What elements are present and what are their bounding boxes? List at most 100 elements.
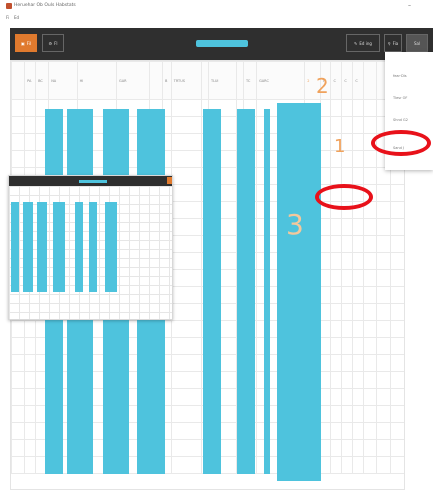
column-header[interactable] [363, 61, 378, 100]
table-cell[interactable] [363, 422, 378, 440]
column-header[interactable] [11, 61, 26, 100]
table-cell[interactable] [363, 337, 378, 355]
table-cell[interactable] [330, 167, 343, 185]
table-cell[interactable] [319, 167, 332, 185]
table-cell[interactable] [319, 354, 332, 372]
table-cell[interactable] [24, 439, 37, 457]
table-cell[interactable] [341, 303, 354, 321]
table-cell[interactable] [170, 422, 203, 440]
table-cell[interactable] [11, 150, 26, 168]
table-cell[interactable] [170, 439, 203, 457]
table-cell[interactable] [363, 388, 378, 406]
table-cell[interactable] [389, 184, 404, 202]
table-cell[interactable] [376, 354, 391, 372]
search-button[interactable]: ⚲ Fia [384, 34, 402, 52]
table-cell[interactable] [319, 303, 332, 321]
menu-file[interactable]: Fi [6, 15, 9, 20]
table-cell[interactable] [363, 99, 378, 117]
table-cell[interactable] [330, 116, 343, 134]
table-cell[interactable] [352, 252, 365, 270]
table-cell[interactable] [341, 218, 354, 236]
table-cell[interactable] [341, 439, 354, 457]
table-cell[interactable] [376, 303, 391, 321]
table-cell[interactable] [170, 235, 203, 253]
table-cell[interactable] [341, 337, 354, 355]
column-header[interactable]: NA [48, 61, 78, 100]
table-cell[interactable] [319, 235, 332, 253]
table-cell[interactable] [11, 133, 26, 151]
table-cell[interactable] [389, 422, 404, 440]
column-header[interactable]: GARC [256, 61, 306, 100]
table-cell[interactable] [376, 218, 391, 236]
column-header[interactable]: C [341, 61, 354, 100]
table-cell[interactable] [363, 405, 378, 423]
table-cell[interactable] [363, 354, 378, 372]
table-cell[interactable] [170, 150, 203, 168]
table-cell[interactable] [170, 303, 203, 321]
table-cell[interactable] [170, 371, 203, 389]
table-cell[interactable] [170, 456, 203, 474]
table-cell[interactable] [170, 184, 203, 202]
column-header[interactable]: C [330, 61, 343, 100]
table-cell[interactable] [376, 337, 391, 355]
table-cell[interactable] [376, 371, 391, 389]
table-cell[interactable] [363, 456, 378, 474]
table-cell[interactable] [24, 405, 37, 423]
table-cell[interactable] [389, 354, 404, 372]
table-cell[interactable] [352, 218, 365, 236]
table-cell[interactable] [11, 456, 26, 474]
table-cell[interactable] [389, 371, 404, 389]
table-cell[interactable] [170, 218, 203, 236]
table-cell[interactable] [330, 422, 343, 440]
table-cell[interactable] [319, 337, 332, 355]
table-cell[interactable] [170, 337, 203, 355]
table-cell[interactable] [363, 218, 378, 236]
table-cell[interactable] [376, 269, 391, 287]
table-cell[interactable] [330, 405, 343, 423]
table-cell[interactable] [389, 269, 404, 287]
table-cell[interactable] [11, 388, 26, 406]
table-cell[interactable] [376, 405, 391, 423]
table-cell[interactable] [352, 388, 365, 406]
table-cell[interactable] [11, 422, 26, 440]
table-cell[interactable] [24, 99, 37, 117]
table-cell[interactable] [341, 405, 354, 423]
table-cell[interactable] [330, 388, 343, 406]
table-cell[interactable] [319, 269, 332, 287]
table-cell[interactable] [352, 167, 365, 185]
table-cell[interactable] [363, 320, 378, 338]
table-cell[interactable] [363, 167, 378, 185]
column-header[interactable]: TLUI [207, 61, 238, 100]
table-cell[interactable] [341, 252, 354, 270]
table-cell[interactable] [352, 235, 365, 253]
table-cell[interactable] [363, 150, 378, 168]
table-cell[interactable] [352, 320, 365, 338]
table-cell[interactable] [352, 439, 365, 457]
table-cell[interactable] [24, 422, 37, 440]
table-cell[interactable] [376, 252, 391, 270]
table-cell[interactable] [363, 439, 378, 457]
table-cell[interactable] [319, 388, 332, 406]
table-cell[interactable] [170, 201, 203, 219]
table-cell[interactable] [352, 286, 365, 304]
table-cell[interactable] [11, 99, 26, 117]
table-cell[interactable] [352, 337, 365, 355]
column-header[interactable]: BC [35, 61, 50, 100]
table-cell[interactable] [341, 116, 354, 134]
table-cell[interactable] [319, 422, 332, 440]
table-cell[interactable] [319, 218, 332, 236]
table-cell[interactable] [170, 116, 203, 134]
table-cell[interactable] [170, 99, 203, 117]
table-cell[interactable] [352, 422, 365, 440]
column-header[interactable]: TC [242, 61, 258, 100]
table-cell[interactable] [363, 303, 378, 321]
table-cell[interactable] [24, 150, 37, 168]
dropdown-item[interactable]: Shnd G2 [393, 118, 408, 122]
table-cell[interactable] [11, 371, 26, 389]
table-cell[interactable] [389, 320, 404, 338]
table-cell[interactable] [11, 116, 26, 134]
table-cell[interactable] [376, 320, 391, 338]
table-cell[interactable] [330, 439, 343, 457]
table-cell[interactable] [389, 201, 404, 219]
table-cell[interactable] [330, 99, 343, 117]
